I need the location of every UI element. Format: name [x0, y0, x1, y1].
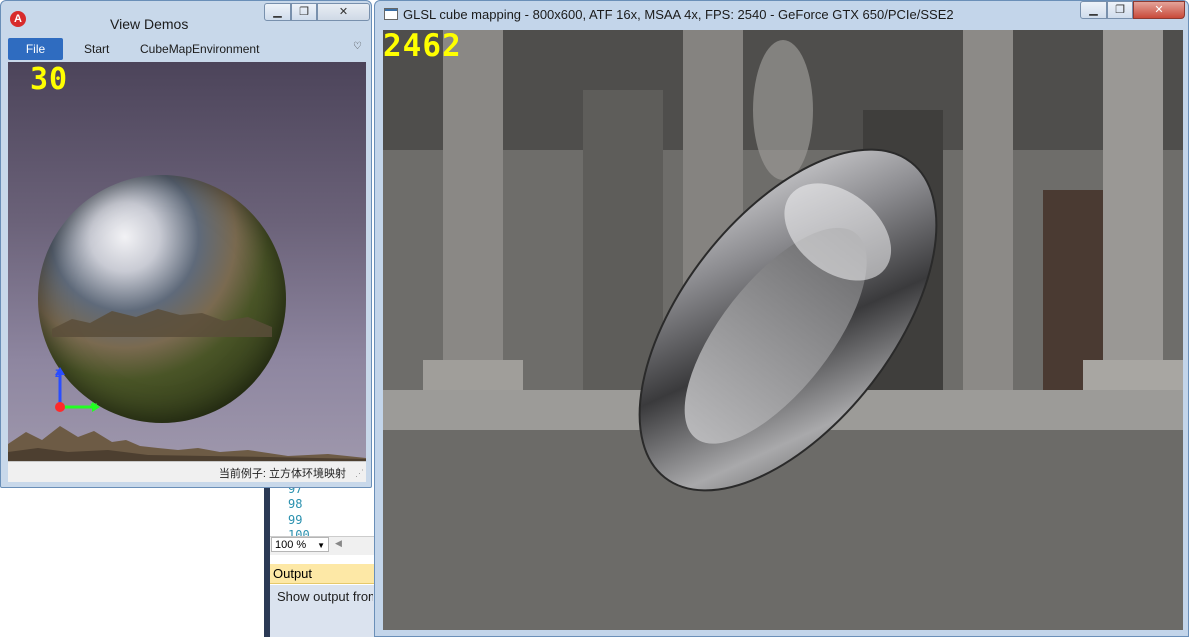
minimize-icon: ▁: [1089, 4, 1098, 16]
close-button[interactable]: ✕: [1133, 1, 1185, 19]
gl-render-viewport[interactable]: 2462: [383, 30, 1183, 630]
window-caption-buttons: ▁ ❐ ✕: [1080, 1, 1185, 19]
reflective-torus-image: [638, 148, 938, 492]
restore-icon: ❐: [1115, 4, 1125, 16]
line-number: 100: [288, 528, 310, 536]
resize-grip-icon[interactable]: ⋰: [355, 468, 364, 479]
fps-counter: 2462: [383, 30, 462, 64]
close-button[interactable]: ✕: [317, 3, 370, 21]
restore-button[interactable]: ❐: [1107, 1, 1133, 19]
glsl-cube-mapping-window: GLSL cube mapping - 800x600, ATF 16x, MS…: [374, 0, 1189, 637]
tab-cubemap-environment[interactable]: CubeMapEnvironment: [140, 38, 259, 60]
sphere-mountain-reflection: [52, 309, 272, 337]
tab-file[interactable]: File: [8, 38, 63, 60]
window-title[interactable]: GLSL cube mapping - 800x600, ATF 16x, MS…: [403, 7, 954, 22]
zoom-level-select[interactable]: 100 % ▼: [271, 537, 329, 552]
chevron-down-icon: ▼: [317, 541, 325, 550]
output-panel-title[interactable]: Output: [270, 564, 374, 584]
minimize-button[interactable]: ▁: [264, 3, 291, 21]
output-source-label: Show output from:: [277, 589, 373, 604]
ide-code-editor[interactable]: [270, 480, 374, 540]
minimize-button[interactable]: ▁: [1080, 1, 1107, 19]
view-demos-window: A View Demos ▁ ❐ ✕ File Start CubeMapEnv…: [0, 0, 372, 488]
zoom-level-value: 100 %: [275, 539, 307, 551]
ribbon-tab-bar: File Start CubeMapEnvironment ♡: [8, 38, 366, 60]
status-current-example: 当前例子: 立方体环境映射: [218, 468, 346, 480]
line-number: 99: [288, 513, 303, 527]
axis-z-label: Z: [55, 368, 62, 380]
close-icon: ✕: [338, 6, 349, 18]
window-app-icon: [384, 8, 398, 20]
restore-icon: ❐: [299, 6, 309, 18]
scroll-left-icon[interactable]: ◀: [335, 538, 342, 549]
minimize-icon: ▁: [273, 6, 282, 18]
fps-counter: 30: [30, 62, 69, 97]
restore-button[interactable]: ❐: [291, 3, 317, 21]
status-bar: 当前例子: 立方体环境映射 ⋰: [8, 461, 366, 482]
mountain-skybox-image: [8, 426, 366, 461]
window-caption-buttons: ▁ ❐ ✕: [264, 3, 370, 21]
close-icon: ✕: [1154, 4, 1164, 16]
window-title: View Demos: [110, 16, 189, 32]
line-number: 98: [288, 497, 303, 511]
axis-y-label: Y: [90, 402, 98, 414]
app-logo-icon: A: [10, 11, 26, 27]
tab-start[interactable]: Start: [84, 38, 109, 60]
ribbon-collapse-icon[interactable]: ♡: [353, 41, 362, 52]
demo-render-viewport[interactable]: 30 Z Y: [8, 62, 366, 461]
